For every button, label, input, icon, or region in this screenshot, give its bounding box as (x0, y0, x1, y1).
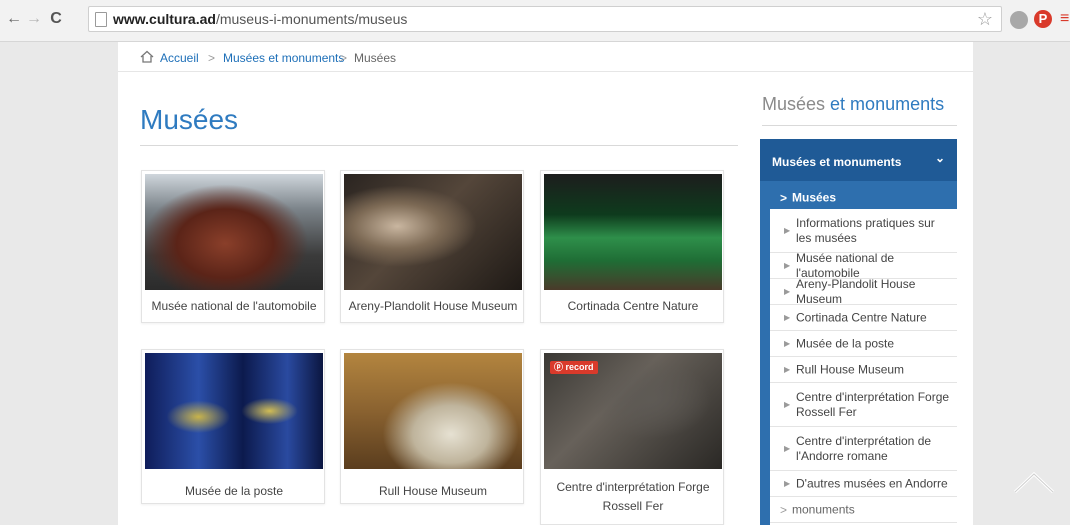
breadcrumb-separator: > (208, 51, 216, 65)
url-host: www.cultura.ad (113, 11, 216, 27)
page-icon (95, 12, 107, 27)
browser-toolbar: ← → C www.cultura.ad/museus-i-monuments/… (0, 0, 1070, 42)
triangle-right-icon: ▶ (784, 338, 791, 348)
triangle-right-icon: ▶ (784, 225, 791, 235)
menu-header[interactable]: Musées et monuments ⌄ (760, 139, 957, 181)
menu-item-label: Musée de la poste (796, 336, 895, 350)
chevron-right-icon: > (780, 191, 788, 205)
museum-card-rull[interactable]: Rull House Museum (340, 349, 524, 504)
museum-photo[interactable] (344, 174, 522, 290)
museum-photo[interactable] (145, 174, 323, 290)
menu-item-automobile[interactable]: ▶ Musée national de l'automobile (770, 251, 957, 280)
menu-item-autres-musees[interactable]: ▶ D'autres musées en Andorre (770, 471, 957, 497)
breadcrumb-current: Musées (354, 51, 397, 65)
museum-photo[interactable] (344, 353, 522, 469)
museum-card-label[interactable]: Centre d'interprétation Forge Rossell Fe… (541, 478, 725, 516)
museum-card-forge-rossell[interactable]: ⓟ record Centre d'interprétation Forge R… (540, 349, 724, 525)
sidebar-divider (762, 125, 957, 126)
forward-button[interactable]: → (26, 10, 42, 28)
museum-card-label[interactable]: Rull House Museum (341, 482, 525, 501)
menu-item-forge-rossell[interactable]: ▶ Centre d'interprétation Forge Rossell … (770, 383, 957, 427)
bookmark-star-icon[interactable]: ☆ (977, 9, 993, 30)
menu-item-poste[interactable]: ▶ Musée de la poste (770, 331, 957, 357)
museum-card-label[interactable]: Musée de la poste (142, 482, 326, 501)
menu-item-areny-plandolit[interactable]: ▶ Areny-Plandolit House Museum (770, 276, 957, 306)
menu-item-cortinada[interactable]: ▶ Cortinada Centre Nature (770, 305, 957, 331)
museum-card-cortinada[interactable]: Cortinada Centre Nature (540, 170, 724, 323)
triangle-right-icon: ▶ (784, 443, 791, 453)
page-title: Musées (140, 104, 239, 135)
menu-item-label: Centre d'interprétation de l'Andorre rom… (796, 433, 932, 463)
menu-item-informations[interactable]: ▶ Informations pratiques sur les musées (770, 209, 957, 253)
home-icon[interactable] (140, 50, 154, 63)
triangle-right-icon: ▶ (784, 478, 791, 488)
menu-item-musees[interactable]: > Musées (770, 187, 957, 209)
museum-card-label[interactable]: Areny-Plandolit House Museum (341, 297, 525, 316)
menu-item-rull[interactable]: ▶ Rull House Museum (770, 357, 957, 383)
menu-item-label: D'autres musées en Andorre (796, 476, 948, 490)
menu-icon[interactable]: ≡ (1060, 10, 1070, 28)
triangle-right-icon: ▶ (784, 286, 791, 296)
chevron-right-icon: > (780, 502, 788, 517)
sidebar-title-plain: Musées (762, 94, 826, 114)
menu-item-label: Informations pratiques sur les musées (796, 215, 935, 245)
triangle-right-icon: ▶ (784, 399, 791, 409)
menu-item-label: Cortinada Centre Nature (796, 310, 927, 324)
museum-card-areny-plandolit[interactable]: Areny-Plandolit House Museum (340, 170, 524, 323)
menu-item-label: Areny-Plandolit House Museum (796, 276, 916, 306)
breadcrumb-home-link[interactable]: Accueil (160, 51, 199, 65)
menu-item-label: Musées (792, 190, 837, 205)
reload-button[interactable]: C (48, 10, 64, 28)
pinterest-record-badge[interactable]: ⓟ record (550, 361, 598, 374)
url-path: /museus-i-monuments/museus (215, 11, 408, 27)
museum-card-label[interactable]: Cortinada Centre Nature (541, 297, 725, 316)
address-bar[interactable]: www.cultura.ad/museus-i-monuments/museus… (88, 6, 1002, 32)
museum-card-label[interactable]: Musée national de l'automobile (142, 297, 326, 316)
url-text[interactable]: www.cultura.ad/museus-i-monuments/museus (113, 11, 407, 27)
extension-drive-icon[interactable] (1010, 11, 1028, 29)
scroll-to-top-icon[interactable] (1012, 468, 1056, 496)
page-content: Accueil > Musées et monuments > Musées M… (118, 42, 973, 525)
breadcrumb-separator: > (340, 51, 348, 65)
chevron-down-icon[interactable]: ⌄ (935, 151, 945, 165)
menu-item-label: Centre d'interprétation Forge Rossell Fe… (796, 389, 950, 419)
menu-header-label: Musées et monuments (772, 155, 902, 169)
triangle-right-icon: ▶ (784, 364, 791, 374)
breadcrumb: Accueil > Musées et monuments > Musées (118, 42, 973, 72)
museum-card-poste[interactable]: Musée de la poste (141, 349, 325, 504)
back-button[interactable]: ← (6, 10, 22, 28)
pinterest-icon[interactable]: P (1034, 10, 1052, 28)
title-divider (140, 145, 738, 146)
triangle-right-icon: ▶ (784, 312, 791, 322)
sidebar-title-accent: et monuments (830, 94, 945, 114)
triangle-right-icon: ▶ (784, 260, 791, 270)
menu-item-label: monuments (792, 502, 855, 516)
museum-photo[interactable] (145, 353, 323, 469)
museum-photo[interactable] (544, 174, 722, 290)
museum-photo[interactable]: ⓟ record (544, 353, 722, 469)
museum-card-automobile[interactable]: Musée national de l'automobile (141, 170, 325, 323)
menu-item-monuments[interactable]: > monuments (770, 497, 957, 523)
menu-list: > Musées ▶ Informations pratiques sur le… (770, 187, 957, 525)
menu-item-label: Rull House Museum (796, 362, 905, 376)
breadcrumb-museums-monuments-link[interactable]: Musées et monuments (223, 51, 344, 65)
sidebar-menu: Musées et monuments ⌄ > Musées ▶ Informa… (760, 139, 957, 525)
sidebar-title: Musées et monuments (762, 94, 944, 115)
menu-item-andorre-romane[interactable]: ▶ Centre d'interprétation de l'Andorre r… (770, 427, 957, 471)
